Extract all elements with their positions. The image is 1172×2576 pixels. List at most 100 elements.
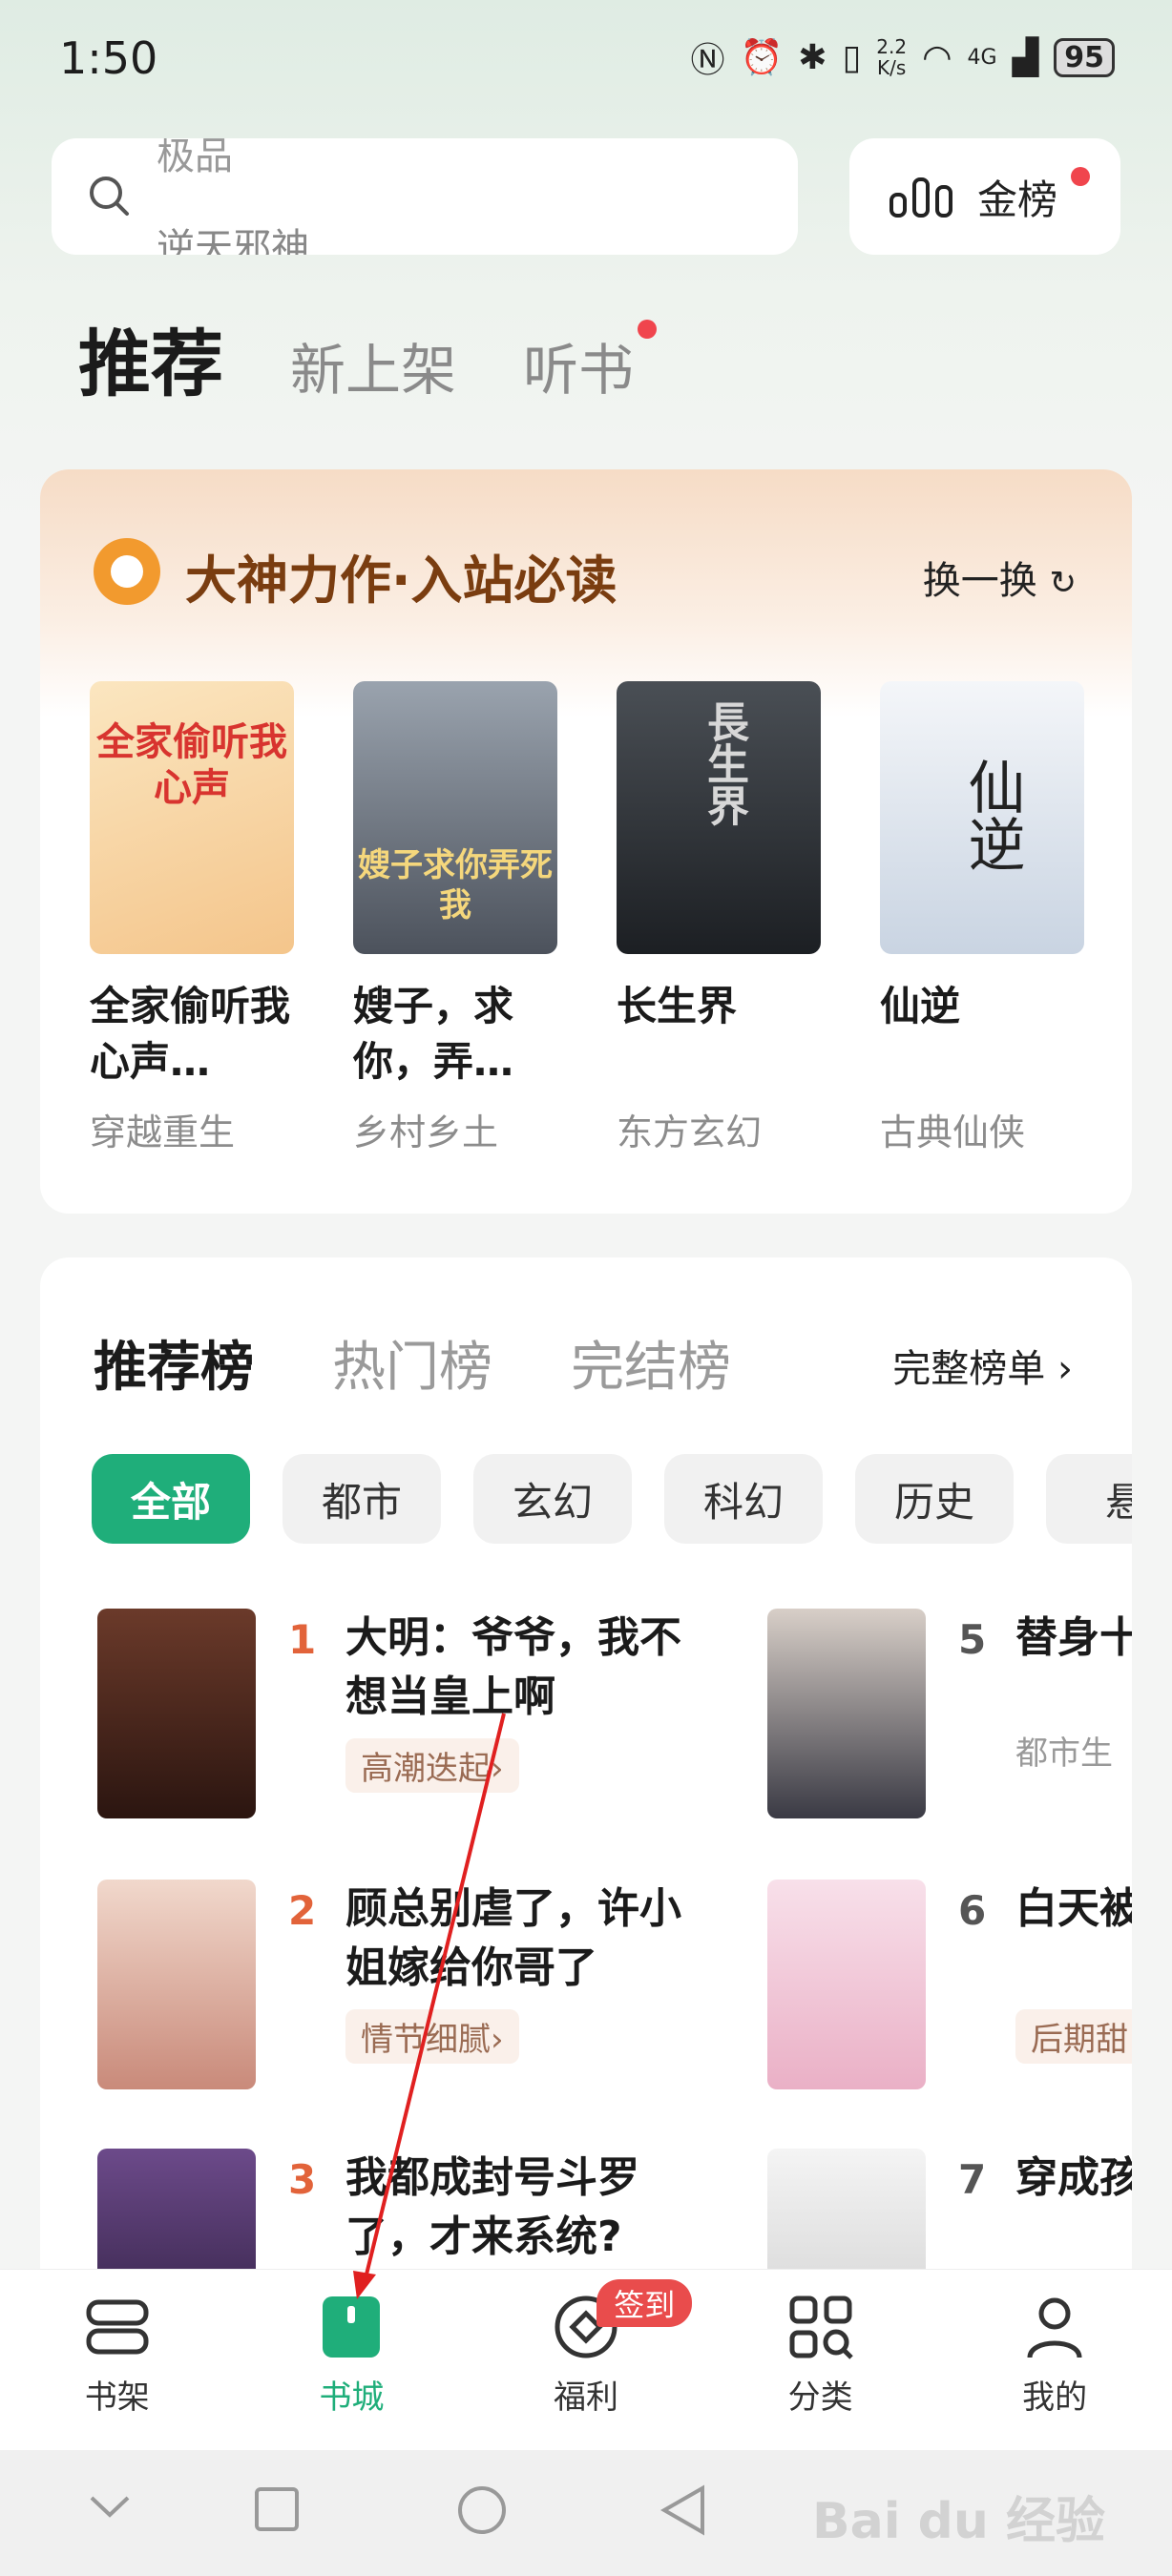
nav-label: 福利 — [553, 2379, 618, 2417]
search-bar[interactable]: 极品 逆天邪神 — [52, 138, 798, 255]
rank-item[interactable]: 5 替身十年去，她 都市生 — [767, 1609, 1132, 1818]
book-cover: 仙逆 — [880, 681, 1084, 954]
book-tag[interactable]: 情节细腻› — [345, 2009, 519, 2064]
rank-number: 2 — [288, 1887, 317, 1934]
book-tag[interactable]: 后期甜 — [1015, 2009, 1132, 2064]
watermark: Bai du 经验 — [812, 2493, 1105, 2550]
ranking-section: 推荐榜 热门榜 完结榜 完整榜单 › 全部 都市 玄幻 科幻 历史 悬 1 大明… — [40, 1257, 1132, 2307]
medal-icon — [94, 538, 160, 605]
collapse-icon[interactable] — [88, 2492, 132, 2521]
search-hint-scrolling: 极品 — [157, 138, 233, 178]
main-tabs: 推荐 新上架 听书 — [78, 305, 701, 410]
full-list-link[interactable]: 完整榜单 › — [892, 1338, 1073, 1393]
book-title: 嫂子，求你，弄… — [353, 983, 514, 1085]
tab-audiobooks-label: 听书 — [523, 338, 635, 403]
book-title: 白天被奶凶指 — [1015, 1884, 1132, 1933]
speed-value: 2.2 — [876, 35, 908, 58]
home-icon[interactable] — [456, 2484, 508, 2536]
chip-fantasy[interactable]: 玄幻 — [473, 1454, 632, 1544]
rank-number: 1 — [288, 1616, 317, 1663]
tab-new-arrivals[interactable]: 新上架 — [290, 325, 456, 405]
chip-scifi[interactable]: 科幻 — [664, 1454, 823, 1544]
refresh-button[interactable]: 换一换 ↻ — [923, 550, 1077, 605]
signal-icon: ▟ — [1012, 37, 1039, 77]
book-cover — [767, 1880, 926, 2089]
tab-recommend[interactable]: 推荐 — [78, 305, 223, 410]
featured-book[interactable]: 全家偷听我心声 全家偷听我心声… 穿越重生 — [90, 681, 294, 1155]
status-time: 1:50 — [59, 32, 158, 84]
alarm-icon: ⏰ — [740, 38, 784, 77]
tag-label: 情节细腻 — [361, 2021, 491, 2059]
notification-dot — [638, 320, 658, 339]
book-title: 我都成封号斗罗了，才来系统? — [345, 2153, 639, 2261]
nav-bookshelf[interactable]: 书架 — [0, 2270, 235, 2450]
bottom-navigation: 书架 书城 签到 福利 分类 我的 — [0, 2269, 1172, 2450]
nav-bookstore[interactable]: 书城 — [235, 2270, 470, 2450]
category-chips: 全部 都市 玄幻 科幻 历史 悬 — [92, 1454, 1132, 1544]
nav-welfare[interactable]: 签到 福利 — [469, 2270, 703, 2450]
chip-all[interactable]: 全部 — [92, 1454, 250, 1544]
featured-book-list: 全家偷听我心声 全家偷听我心声… 穿越重生 嫂子求你弄死我 嫂子，求你，弄… 乡… — [90, 681, 1084, 1155]
cover-title: 全家偷听我心声 — [96, 720, 287, 810]
book-tag[interactable]: 高潮迭起› — [345, 1738, 519, 1793]
recent-apps-icon[interactable] — [254, 2486, 300, 2532]
network-type: 4G — [967, 45, 997, 70]
chip-history[interactable]: 历史 — [855, 1454, 1014, 1544]
book-title: 替身十年去，她 — [1015, 1613, 1132, 1662]
featured-book[interactable]: 長生界 长生界 东方玄幻 — [617, 681, 821, 1155]
tag-label: 高潮迭起 — [361, 1750, 491, 1788]
bluetooth-icon: ✱ — [798, 37, 827, 77]
book-cover: 嫂子求你弄死我 — [353, 681, 557, 954]
book-category: 古典仙侠 — [880, 1111, 1026, 1153]
rank-item[interactable]: 2 顾总别虐了，许小姐嫁给你哥了 情节细腻› — [97, 1880, 765, 2089]
chip-mystery[interactable]: 悬 — [1046, 1454, 1132, 1544]
chip-urban[interactable]: 都市 — [283, 1454, 441, 1544]
nav-label: 书架 — [84, 2379, 150, 2417]
gold-list-label: 金榜 — [977, 176, 1058, 223]
notification-dot — [1071, 167, 1090, 186]
wifi-icon: ◠ — [922, 37, 952, 77]
book-category: 东方玄幻 — [617, 1111, 763, 1153]
book-title: 全家偷听我心声… — [90, 983, 291, 1085]
book-cover — [97, 1609, 256, 1818]
battery-indicator: 95 — [1054, 37, 1115, 77]
book-category: 穿越重生 — [90, 1111, 236, 1153]
rank-bars-icon — [889, 177, 952, 218]
featured-book[interactable]: 嫂子求你弄死我 嫂子，求你，弄… 乡村乡土 — [353, 681, 557, 1155]
tab-completed-rank[interactable]: 完结榜 — [571, 1324, 731, 1402]
book-cover: 長生界 — [617, 681, 821, 954]
rank-number: 6 — [958, 1887, 987, 1934]
sign-in-badge[interactable]: 签到 — [596, 2279, 693, 2327]
cover-title: 仙逆 — [958, 758, 1025, 872]
nav-category[interactable]: 分类 — [703, 2270, 938, 2450]
refresh-label: 换一换 — [922, 559, 1037, 603]
book-tag: 都市生 — [1015, 1723, 1128, 1777]
nfc-icon: Ⓝ — [690, 41, 725, 80]
tab-recommend-rank[interactable]: 推荐榜 — [94, 1324, 254, 1402]
rank-number: 7 — [958, 2156, 987, 2203]
full-list-label: 完整榜单 — [892, 1347, 1046, 1391]
rank-item[interactable]: 1 大明：爷爷，我不想当皇上啊 高潮迭起› — [97, 1609, 765, 1818]
category-icon — [789, 2296, 853, 2359]
cover-title: 長生界 — [700, 700, 748, 826]
tab-audiobooks[interactable]: 听书 — [523, 320, 658, 405]
featured-title: 大神力作·入站必读 — [185, 551, 617, 611]
speed-unit: K/s — [877, 56, 907, 79]
featured-section: 大神力作·入站必读 换一换 ↻ 全家偷听我心声 全家偷听我心声… 穿越重生 嫂子… — [40, 469, 1132, 1214]
refresh-icon: ↻ — [1049, 564, 1078, 602]
chevron-right-icon: › — [491, 1750, 504, 1788]
rank-number: 5 — [958, 1616, 987, 1663]
rank-number: 3 — [288, 2156, 317, 2203]
rank-item[interactable]: 6 白天被奶凶指 后期甜 — [767, 1880, 1132, 2089]
back-icon[interactable] — [660, 2484, 706, 2536]
nav-label: 书城 — [319, 2379, 385, 2417]
gold-list-button[interactable]: 金榜 — [849, 138, 1120, 255]
chevron-right-icon: › — [1057, 1347, 1073, 1391]
featured-book[interactable]: 仙逆 仙逆 古典仙侠 — [880, 681, 1084, 1155]
nav-profile[interactable]: 我的 — [937, 2270, 1172, 2450]
book-title: 顾总别虐了，许小姐嫁给你哥了 — [345, 1884, 681, 1992]
book-title: 仙逆 — [880, 983, 961, 1029]
tab-hot-rank[interactable]: 热门榜 — [332, 1324, 492, 1402]
search-icon — [90, 177, 129, 216]
book-category: 乡村乡土 — [353, 1111, 499, 1153]
